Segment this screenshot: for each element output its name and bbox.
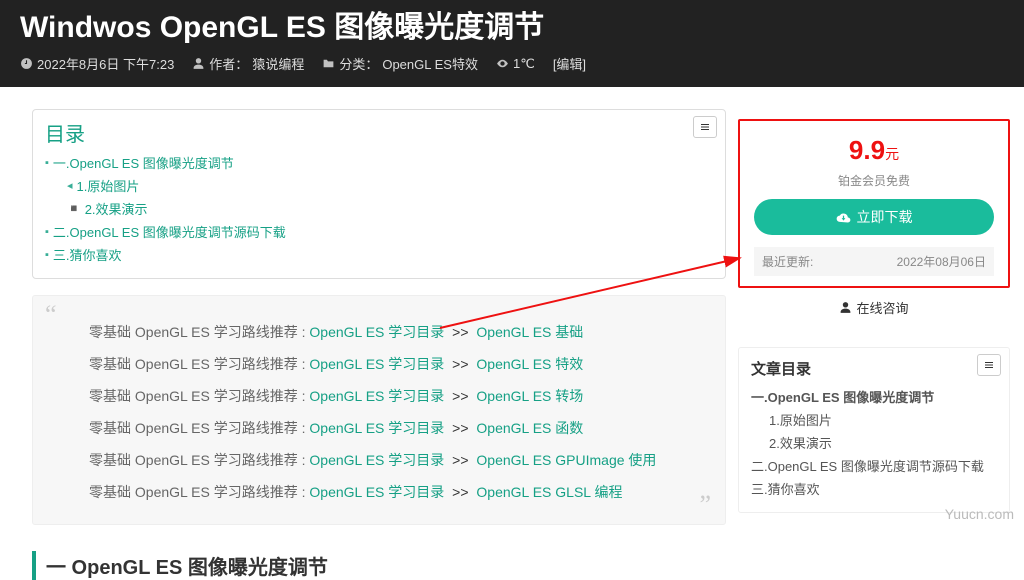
recommend-line: 零基础 OpenGL ES 学习路线推荐 : OpenGL ES 学习目录 >>… [89, 482, 699, 502]
sidebar-toc: 文章目录 一.OpenGL ES 图像曝光度调节 1.原始图片 2.效果演示二.Op… [738, 347, 1010, 513]
recommend-quote: “ 零基础 OpenGL ES 学习路线推荐 : OpenGL ES 学习目录 … [32, 295, 726, 525]
price-value: 9.9元 [754, 135, 994, 166]
toc-item[interactable]: ▪二.OpenGL ES 图像曝光度调节源码下载 [45, 222, 713, 241]
update-label: 最近更新: [762, 253, 813, 270]
page-header: Windwos OpenGL ES 图像曝光度调节 2022年8月6日 下午7:… [0, 0, 1024, 87]
sidebar-toc-title: 文章目录 [751, 358, 997, 379]
main-content: 目录 ▪一.OpenGL ES 图像曝光度调节 ◂1.原始图片 ◾2.效果演示 ▪二.… [0, 87, 738, 580]
link-study-index[interactable]: OpenGL ES 学习目录 [309, 324, 444, 340]
toc-toggle-button[interactable] [693, 116, 717, 138]
sidebar-toc-toggle[interactable] [977, 354, 1001, 376]
link-target[interactable]: OpenGL ES 特效 [476, 356, 583, 372]
meta-category[interactable]: 分类：OpenGL ES特效 [322, 54, 478, 73]
toc-title: 目录 [45, 118, 713, 147]
toc-item[interactable]: ▪一.OpenGL ES 图像曝光度调节 [45, 153, 713, 172]
link-study-index[interactable]: OpenGL ES 学习目录 [309, 356, 444, 372]
link-target[interactable]: OpenGL ES 基础 [476, 324, 583, 340]
meta-views: 1℃ [496, 56, 535, 72]
sidebar-toc-item[interactable]: 一.OpenGL ES 图像曝光度调节 [751, 387, 997, 406]
user-icon [192, 57, 205, 70]
link-study-index[interactable]: OpenGL ES 学习目录 [309, 484, 444, 500]
recommend-line: 零基础 OpenGL ES 学习路线推荐 : OpenGL ES 学习目录 >>… [89, 418, 699, 438]
cloud-download-icon [836, 210, 851, 225]
update-row: 最近更新: 2022年08月06日 [754, 247, 994, 276]
quote-open-icon: “ [45, 300, 57, 330]
link-target[interactable]: OpenGL ES 函数 [476, 420, 583, 436]
user-icon [839, 301, 852, 314]
toc-item[interactable]: ▪三.猜你喜欢 [45, 245, 713, 264]
link-study-index[interactable]: OpenGL ES 学习目录 [309, 388, 444, 404]
link-target[interactable]: OpenGL ES GLSL 编程 [476, 484, 622, 500]
online-consult[interactable]: 在线咨询 [738, 298, 1010, 317]
recommend-line: 零基础 OpenGL ES 学习路线推荐 : OpenGL ES 学习目录 >>… [89, 322, 699, 342]
toc-card: 目录 ▪一.OpenGL ES 图像曝光度调节 ◂1.原始图片 ◾2.效果演示 ▪二.… [32, 109, 726, 279]
vip-note: 铂金会员免费 [754, 172, 994, 189]
eye-icon [496, 57, 509, 70]
watermark: Yuucn.com [945, 506, 1014, 522]
link-target[interactable]: OpenGL ES 转场 [476, 388, 583, 404]
folder-icon [322, 57, 335, 70]
toc-item[interactable]: ◾2.效果演示 [67, 199, 713, 218]
bullet-icon: ▪ [45, 226, 49, 238]
list-icon [698, 121, 712, 133]
sidebar: 9.9元 铂金会员免费 立即下载 最近更新: 2022年08月06日 在线咨询 文… [738, 87, 1024, 513]
sidebar-toc-item[interactable]: 三.猜你喜欢 [751, 479, 997, 498]
list-icon [982, 359, 996, 371]
meta-edit[interactable]: [编辑] [553, 54, 586, 73]
recommend-line: 零基础 OpenGL ES 学习路线推荐 : OpenGL ES 学习目录 >>… [89, 386, 699, 406]
bullet-icon: ◂ [67, 179, 73, 192]
recommend-line: 零基础 OpenGL ES 学习路线推荐 : OpenGL ES 学习目录 >>… [89, 450, 699, 470]
download-button[interactable]: 立即下载 [754, 199, 994, 235]
sidebar-toc-item[interactable]: 二.OpenGL ES 图像曝光度调节源码下载 [751, 456, 997, 475]
meta-date: 2022年8月6日 下午7:23 [20, 54, 174, 73]
sidebar-toc-item[interactable]: 1.原始图片 [769, 410, 997, 429]
link-target[interactable]: OpenGL ES GPUImage 使用 [476, 452, 656, 468]
page-meta: 2022年8月6日 下午7:23 作者：猿说编程 分类：OpenGL ES特效 … [20, 54, 1004, 73]
bullet-icon: ◾ [67, 202, 81, 215]
clock-icon [20, 57, 33, 70]
toc-item[interactable]: ◂1.原始图片 [67, 176, 713, 195]
meta-author[interactable]: 作者：猿说编程 [192, 54, 304, 73]
recommend-line: 零基础 OpenGL ES 学习路线推荐 : OpenGL ES 学习目录 >>… [89, 354, 699, 374]
sidebar-toc-item[interactable]: 2.效果演示 [769, 433, 997, 452]
link-study-index[interactable]: OpenGL ES 学习目录 [309, 420, 444, 436]
bullet-icon: ▪ [45, 157, 49, 169]
link-study-index[interactable]: OpenGL ES 学习目录 [309, 452, 444, 468]
update-value: 2022年08月06日 [897, 253, 986, 270]
page-title: Windwos OpenGL ES 图像曝光度调节 [20, 0, 1004, 54]
price-card: 9.9元 铂金会员免费 立即下载 最近更新: 2022年08月06日 [738, 119, 1010, 288]
bullet-icon: ▪ [45, 249, 49, 261]
quote-close-icon: ” [699, 490, 711, 520]
section-heading: 一 OpenGL ES 图像曝光度调节 [32, 551, 726, 580]
